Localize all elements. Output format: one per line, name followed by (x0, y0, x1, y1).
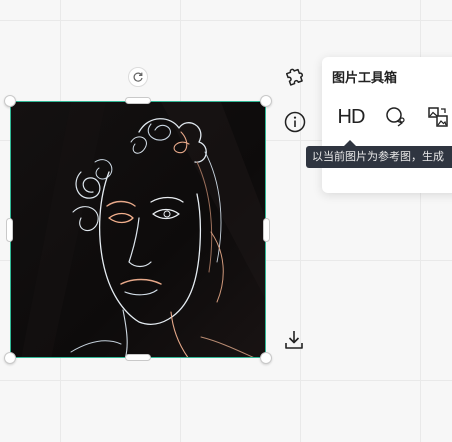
puzzle-icon (285, 68, 304, 86)
lasso-select-button[interactable] (381, 103, 409, 131)
tooltip: 以当前图片为参考图，生成 (306, 146, 452, 168)
resize-handle-bottom-left[interactable] (4, 352, 16, 364)
resize-handle-left[interactable] (6, 218, 13, 242)
lasso-icon (386, 107, 405, 127)
resize-handle-top[interactable] (125, 97, 151, 104)
info-icon (284, 111, 306, 133)
resize-handle-bottom-right[interactable] (260, 352, 272, 364)
hd-upscale-button[interactable]: HD (337, 103, 366, 131)
line-art-face-image (11, 102, 265, 357)
rotate-icon (133, 72, 143, 82)
selected-image[interactable] (10, 101, 266, 358)
toolbox-title: 图片工具箱 (332, 71, 398, 86)
hd-icon: HD (337, 105, 366, 128)
rotate-handle[interactable] (128, 67, 148, 87)
download-button[interactable] (280, 326, 308, 354)
resize-handle-top-left[interactable] (4, 95, 16, 107)
image-reference-icon (428, 107, 448, 127)
resize-handle-top-right[interactable] (260, 95, 272, 107)
download-icon (285, 331, 303, 349)
plugin-button[interactable] (281, 61, 309, 89)
image-toolbox-panel: 图片工具箱 HD (322, 57, 452, 193)
info-button[interactable] (281, 108, 309, 136)
image-reference-button[interactable] (424, 103, 452, 131)
resize-handle-bottom[interactable] (125, 354, 151, 361)
resize-handle-right[interactable] (263, 218, 270, 242)
